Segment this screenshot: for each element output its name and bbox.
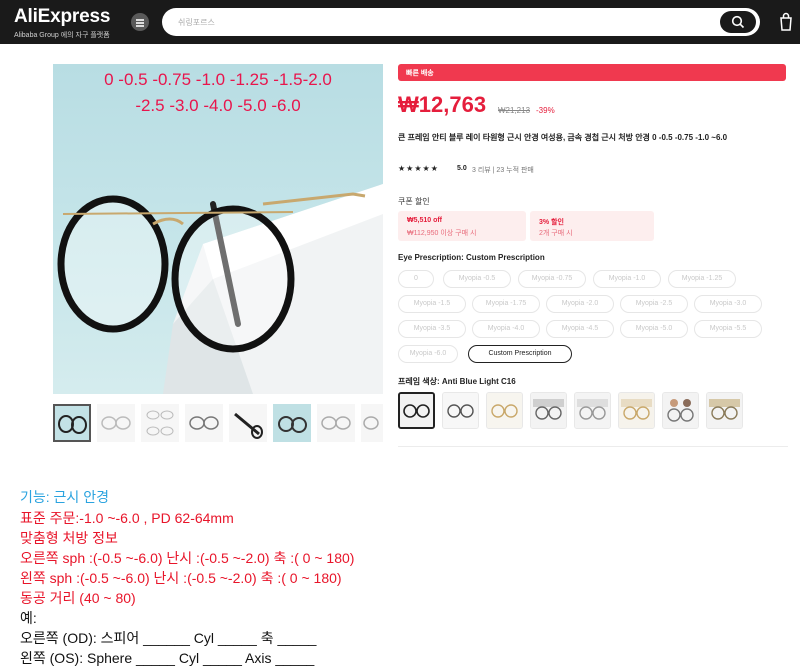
coupon-condition: ₩112,950 이상 구매 시 (407, 230, 477, 237)
logo-subtitle: Alibaba Group 에의 자구 플랫폼 (14, 32, 110, 39)
prescription-option[interactable]: Myopia -0.5 (443, 270, 511, 288)
prescription-option[interactable]: Myopia -0.75 (518, 270, 586, 288)
color-swatch[interactable] (398, 392, 435, 429)
prescription-option[interactable]: 0 (398, 270, 434, 288)
prescription-option-selected[interactable]: Custom Prescription (468, 345, 572, 363)
thumbnail[interactable] (229, 404, 267, 442)
coupon-card[interactable]: 3% 할인 2개 구매 시 (530, 211, 654, 241)
search-icon (731, 15, 745, 29)
desc-function: 기능: 근시 안경 (20, 489, 109, 505)
thumbnail-strip (53, 404, 383, 444)
range-text-line2: -2.5 -3.0 -4.0 -5.0 -6.0 (135, 96, 301, 115)
prescription-option[interactable]: Myopia -6.0 (398, 345, 458, 363)
prescription-option[interactable]: Myopia -2.0 (546, 295, 614, 313)
top-header: AliExpress Alibaba Group 에의 자구 플랫폼 쉬링포르스 (0, 0, 800, 44)
desc-right-example: 오른쪽 (OD): 스피어 ______ Cyl _____ 축 _____ (20, 630, 317, 646)
thumbnail[interactable] (141, 404, 179, 442)
coupon-label: 쿠폰 할인 (398, 197, 430, 206)
deal-banner-text: 빠른 배송 (406, 70, 434, 77)
aliexpress-logo[interactable]: AliExpress (14, 6, 110, 28)
desc-pupil-distance: 동공 거리 (40 ~ 80) (20, 590, 136, 606)
desc-right-eye: 오른쪽 sph :(-0.5 ~-6.0) 난시 :(-0.5 ~-2.0) 축… (20, 550, 355, 566)
desc-custom-info: 맞춤형 처방 정보 (20, 530, 118, 546)
range-text-line1: 0 -0.5 -0.75 -1.0 -1.25 -1.5-2.0 (104, 70, 332, 89)
frame-color-label: 프레임 색상: Anti Blue Light C16 (398, 377, 516, 386)
coupon-amount: 3% 할인 (539, 219, 564, 226)
prescription-option[interactable]: Myopia -3.0 (694, 295, 762, 313)
product-title: 큰 프레임 안티 블루 레이 타원형 근시 안경 여성용, 금속 경첩 근시 처… (398, 133, 728, 142)
search-input[interactable]: 쉬링포르스 (178, 17, 215, 28)
thumbnail[interactable] (317, 404, 355, 442)
prescription-label: Eye Prescription: Custom Prescription (398, 253, 545, 262)
coupon-condition: 2개 구매 시 (539, 230, 573, 237)
coupon-card[interactable]: ₩5,510 off ₩112,950 이상 구매 시 (398, 211, 526, 241)
color-swatch[interactable] (618, 392, 655, 429)
search-button[interactable] (720, 11, 756, 33)
color-swatch[interactable] (662, 392, 699, 429)
prescription-option[interactable]: Myopia -4.0 (472, 320, 540, 338)
thumbnail[interactable] (53, 404, 91, 442)
color-swatch[interactable] (574, 392, 611, 429)
prescription-option[interactable]: Myopia -1.25 (668, 270, 736, 288)
section-divider (398, 446, 788, 447)
coupon-amount: ₩5,510 off (407, 217, 443, 224)
desc-standard-order: 표준 주문:-1.0 ~-6.0 , PD 62-64mm (20, 510, 234, 526)
search-bar[interactable]: 쉬링포르스 (162, 8, 760, 36)
thumbnail[interactable] (361, 404, 383, 442)
thumbnail[interactable] (185, 404, 223, 442)
prescription-option[interactable]: Myopia -1.75 (472, 295, 540, 313)
thumbnail[interactable] (273, 404, 311, 442)
current-price: ₩12,763 (398, 92, 487, 117)
prescription-option[interactable]: Myopia -5.5 (694, 320, 762, 338)
main-product-image[interactable]: 0 -0.5 -0.75 -1.0 -1.25 -1.5-2.0 -2.5 -3… (53, 64, 383, 394)
menu-icon[interactable] (131, 13, 149, 31)
color-swatch[interactable] (442, 392, 479, 429)
review-count[interactable]: 3 리뷰 | 23 누적 판매 (472, 165, 534, 175)
desc-left-example: 왼쪽 (OS): Sphere _____ Cyl _____ Axis ___… (20, 650, 315, 666)
original-price: ₩21,213 (498, 106, 531, 115)
prescription-option[interactable]: Myopia -2.5 (620, 295, 688, 313)
prescription-option[interactable]: Myopia -4.5 (546, 320, 614, 338)
prescription-option[interactable]: Myopia -1.0 (593, 270, 661, 288)
color-swatch[interactable] (706, 392, 743, 429)
prescription-option[interactable]: Myopia -1.5 (398, 295, 466, 313)
thumbnail[interactable] (97, 404, 135, 442)
prescription-option[interactable]: Myopia -3.5 (398, 320, 466, 338)
color-swatch[interactable] (486, 392, 523, 429)
color-swatch[interactable] (530, 392, 567, 429)
deal-banner: 빠른 배송 (398, 64, 786, 81)
discount-percent: -39% (536, 106, 555, 115)
rating-value: 5.0 (457, 165, 467, 172)
cart-icon[interactable] (778, 12, 794, 32)
desc-left-eye: 왼쪽 sph :(-0.5 ~-6.0) 난시 :(-0.5 ~-2.0) 축 … (20, 570, 342, 586)
prescription-option[interactable]: Myopia -5.0 (620, 320, 688, 338)
star-rating-icon: ★★★★★ (398, 164, 439, 173)
desc-example: 예: (20, 610, 37, 626)
